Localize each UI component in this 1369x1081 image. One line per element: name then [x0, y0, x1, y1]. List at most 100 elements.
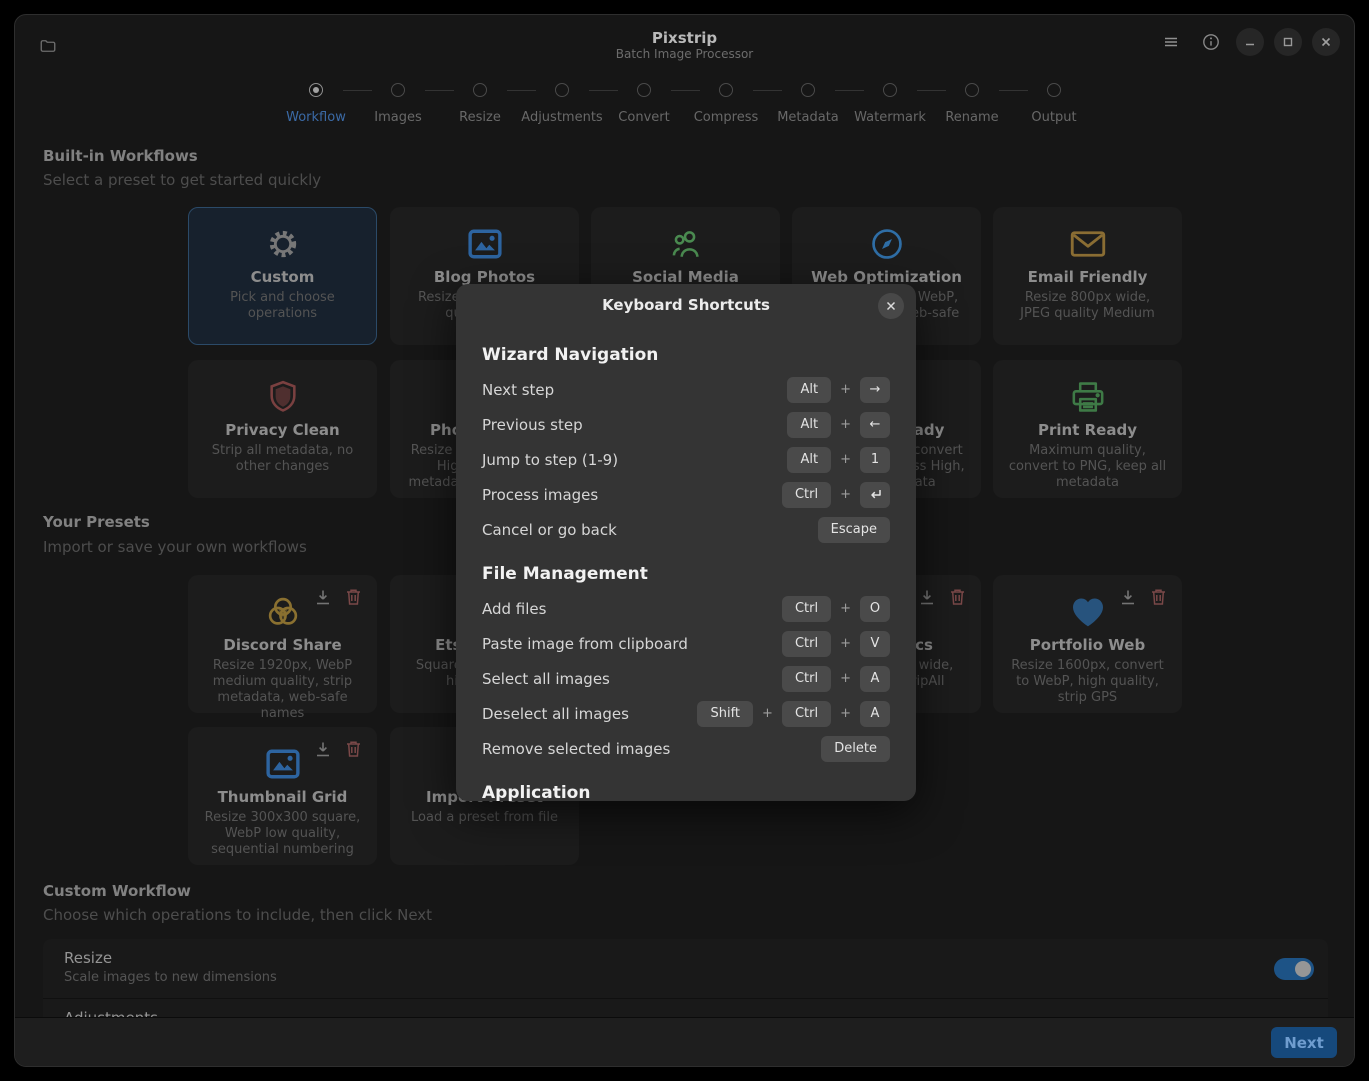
keycap-v: V — [860, 631, 890, 657]
shortcut-keys: Ctrl + — [782, 482, 890, 508]
shortcut-keys: Delete — [821, 736, 890, 762]
workflow-card-privacy-clean[interactable]: Privacy Clean Strip all metadata, no oth… — [188, 360, 377, 498]
step-label: Metadata — [777, 110, 839, 125]
delete-preset-icon[interactable] — [946, 586, 968, 608]
footer-bar: Next — [15, 1017, 1354, 1066]
shortcut-keys: Ctrl + V — [782, 631, 890, 657]
printer-icon — [994, 378, 1181, 416]
step-label: Compress — [694, 110, 759, 125]
preset-card-discord-share[interactable]: Discord Share Resize 1920px, WebP medium… — [188, 575, 377, 713]
wizard-step-output[interactable]: Output — [1013, 83, 1095, 125]
shortcut-row-add-files: Add filesCtrl+O — [482, 591, 890, 626]
next-button[interactable]: Next — [1271, 1027, 1337, 1058]
step-label: Convert — [618, 110, 669, 125]
plus-separator: + — [840, 452, 851, 467]
shortcut-label: Deselect all images — [482, 705, 697, 723]
keycap-shift: Shift — [697, 701, 753, 727]
card-description: Resize 800px wide, JPEG quality Medium — [1008, 290, 1167, 322]
info-button[interactable] — [1196, 28, 1226, 56]
shortcut-label: Paste image from clipboard — [482, 635, 782, 653]
keycap-ctrl: Ctrl — [782, 701, 831, 727]
wizard-step-workflow[interactable]: Workflow — [275, 83, 357, 125]
plus-separator: + — [840, 671, 851, 686]
shortcut-row-deselect-all-images: Deselect all imagesShift+Ctrl+A — [482, 696, 890, 731]
shortcut-label: Cancel or go back — [482, 521, 818, 539]
workflow-card-email-friendly[interactable]: Email Friendly Resize 800px wide, JPEG q… — [993, 207, 1182, 345]
shortcut-label: Jump to step (1-9) — [482, 451, 787, 469]
card-description: Resize 300x300 square, WebP low quality,… — [203, 810, 362, 858]
card-description: Resize 1920px, WebP medium quality, stri… — [203, 658, 362, 722]
wizard-step-resize[interactable]: Resize — [439, 83, 521, 125]
card-description: Strip all metadata, no other changes — [203, 443, 362, 475]
workflow-card-print-ready[interactable]: Print Ready Maximum quality, convert to … — [993, 360, 1182, 498]
shortcut-label: Process images — [482, 486, 782, 504]
preset-card-portfolio-web[interactable]: Portfolio Web Resize 1600px, convert to … — [993, 575, 1182, 713]
app-folder-icon — [35, 33, 61, 59]
menu-button[interactable] — [1156, 28, 1186, 56]
delete-preset-icon[interactable] — [342, 738, 364, 760]
export-preset-icon[interactable] — [312, 586, 334, 608]
shortcut-row-cancel-or-go-back: Cancel or go backEscape — [482, 512, 890, 547]
shortcut-row-next-step: Next stepAlt+→ — [482, 372, 890, 407]
builtin-workflows-subheading: Select a preset to get started quickly — [43, 171, 321, 189]
dialog-close-button[interactable] — [878, 293, 904, 319]
step-label: Output — [1031, 110, 1076, 125]
keycap-alt: Alt — [787, 412, 831, 438]
shortcut-keys: Ctrl+O — [782, 596, 890, 622]
export-preset-icon[interactable] — [1117, 586, 1139, 608]
keycap-ctrl: Ctrl — [782, 666, 831, 692]
wizard-step-metadata[interactable]: Metadata — [767, 83, 849, 125]
card-title: Discord Share — [189, 636, 376, 654]
card-title: Thumbnail Grid — [189, 788, 376, 806]
shortcut-keys: Alt+→ — [787, 377, 890, 403]
step-radio-icon — [883, 83, 897, 97]
delete-preset-icon[interactable] — [342, 586, 364, 608]
shortcut-section-wizard-navigation: Wizard Navigation — [482, 341, 890, 372]
plus-separator: + — [840, 417, 851, 432]
plus-separator: + — [840, 636, 851, 651]
operation-description: Scale images to new dimensions — [64, 970, 1328, 985]
keycap-alt: Alt — [787, 377, 831, 403]
close-button[interactable] — [1312, 28, 1340, 56]
step-label: Adjustments — [521, 110, 602, 125]
wizard-step-adjustments[interactable]: Adjustments — [521, 83, 603, 125]
image-icon — [391, 225, 578, 263]
shortcut-keys: Shift+Ctrl+A — [697, 701, 890, 727]
wizard-step-images[interactable]: Images — [357, 83, 439, 125]
custom-workflow-heading: Custom Workflow — [43, 882, 191, 900]
keycap-card: → — [860, 377, 890, 403]
minimize-button[interactable] — [1236, 28, 1264, 56]
wizard-step-convert[interactable]: Convert — [603, 83, 685, 125]
plus-separator: + — [762, 706, 773, 721]
shortcut-keys: Alt+← — [787, 412, 890, 438]
shortcut-keys: Alt+1 — [787, 447, 890, 473]
app-subtitle: Batch Image Processor — [15, 47, 1354, 62]
shortcut-label: Select all images — [482, 670, 782, 688]
shortcut-label: Previous step — [482, 416, 787, 434]
step-radio-icon — [309, 83, 323, 97]
maximize-button[interactable] — [1274, 28, 1302, 56]
keycap-ctrl: Ctrl — [782, 631, 831, 657]
wizard-step-rename[interactable]: Rename — [931, 83, 1013, 125]
delete-preset-icon[interactable] — [1147, 586, 1169, 608]
wizard-step-watermark[interactable]: Watermark — [849, 83, 931, 125]
card-title: Print Ready — [994, 421, 1181, 439]
card-title: Email Friendly — [994, 268, 1181, 286]
envelope-icon — [994, 225, 1181, 263]
dialog-title: Keyboard Shortcuts — [456, 296, 916, 314]
plus-separator: + — [840, 487, 851, 502]
card-title: Custom — [189, 268, 376, 286]
wizard-step-compress[interactable]: Compress — [685, 83, 767, 125]
keycap-a: A — [860, 666, 890, 692]
step-radio-icon — [1047, 83, 1061, 97]
resize-toggle[interactable] — [1274, 958, 1314, 980]
people-icon — [592, 225, 779, 263]
step-radio-icon — [801, 83, 815, 97]
keycap-ctrl: Ctrl — [782, 596, 831, 622]
keycap-ctrl: Ctrl — [782, 482, 831, 508]
preset-card-thumbnail-grid[interactable]: Thumbnail Grid Resize 300x300 square, We… — [188, 727, 377, 865]
step-radio-icon — [637, 83, 651, 97]
export-preset-icon[interactable] — [916, 586, 938, 608]
export-preset-icon[interactable] — [312, 738, 334, 760]
workflow-card-custom[interactable]: Custom Pick and choose operations — [188, 207, 377, 345]
